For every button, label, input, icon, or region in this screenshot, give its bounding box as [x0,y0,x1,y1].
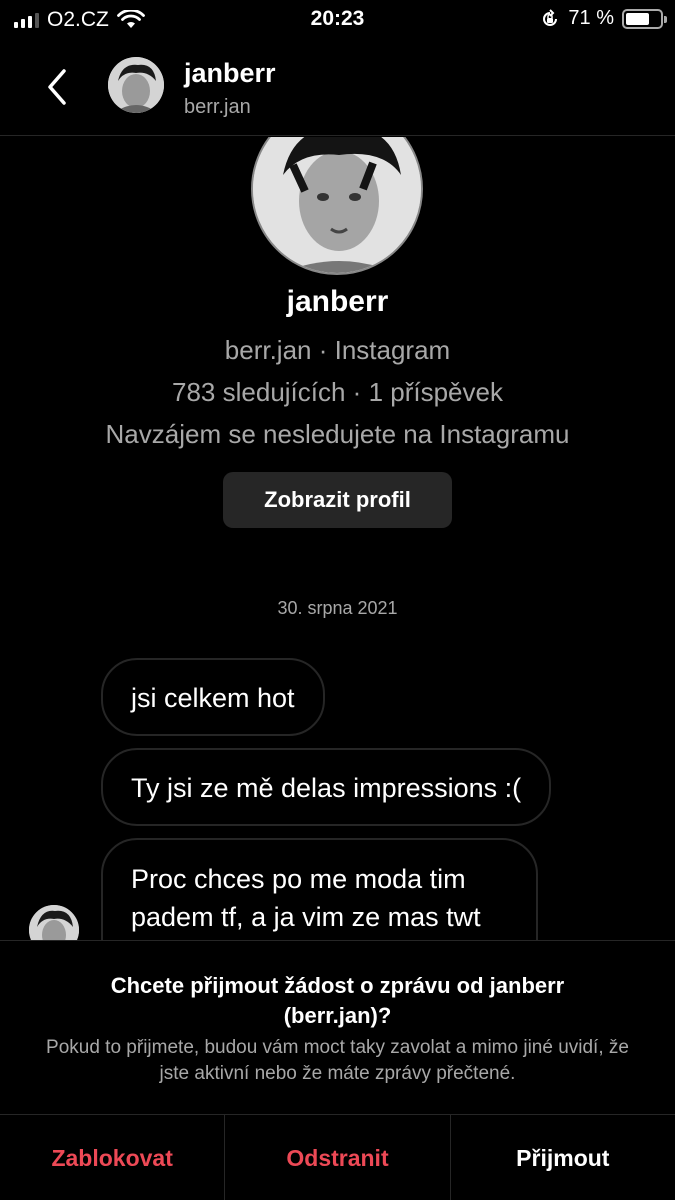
battery-icon [622,8,667,29]
header-handle: berr.jan [184,96,251,118]
request-actions: Zablokovat Odstranit Přijmout [0,1114,675,1200]
profile-handle-line: berr.jan · Instagram [224,335,451,365]
battery-fill [626,12,650,25]
back-arrow-icon[interactable] [40,65,74,109]
status-right: 71 % [540,7,667,30]
profile-stats-line: 783 sledujících · 1 příspěvek [172,377,503,407]
delete-button[interactable]: Odstranit [224,1115,449,1200]
profile-follow-status: Navzájem se nesledujete na Instagramu [105,419,570,449]
header-avatar[interactable] [108,57,164,113]
avatar-photo [108,57,164,113]
message-bubble[interactable]: jsi celkem hot [101,658,325,736]
message-request-panel: Chcete přijmout žádost o zprávu od janbe… [0,940,675,1200]
status-bar: O2.CZ 20:23 71 % [0,0,675,40]
message-list[interactable]: jsi celkem hot Ty jsi ze mě delas impres… [0,655,675,940]
block-button[interactable]: Zablokovat [0,1115,224,1200]
message-bubble[interactable]: Proc chces po me moda tim padem tf, a ja… [101,838,538,940]
profile-name: janberr [286,285,389,318]
chat-header: janberr berr.jan [0,40,675,136]
view-profile-button[interactable]: Zobrazit profil [223,472,452,528]
message-bubble[interactable]: Ty jsi ze mě delas impressions :( [101,748,552,826]
sender-photo [29,905,79,940]
request-description: Pokud to přijmete, budou vám moct taky z… [46,1037,629,1084]
battery-percent: 71 % [568,7,614,29]
orientation-lock-icon [543,8,558,26]
request-title: Chcete přijmout žádost o zprávu od janbe… [110,973,565,1028]
header-username[interactable]: janberr [184,58,276,89]
sender-avatar[interactable] [29,905,79,940]
profile-avatar[interactable] [251,137,423,275]
profile-photo [253,137,421,273]
date-separator: 30. srpna 2021 [277,598,398,618]
profile-card: janberr berr.jan · Instagram 783 sledují… [0,137,675,667]
accept-button[interactable]: Přijmout [449,1115,675,1200]
